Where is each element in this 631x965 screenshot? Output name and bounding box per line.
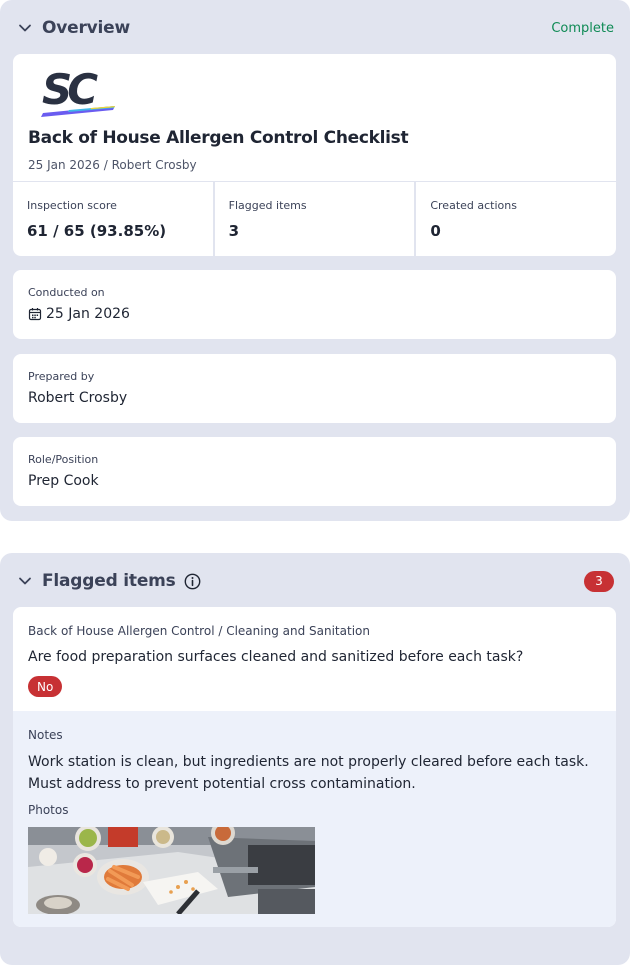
notes-area: Notes Work station is clean, but ingredi… xyxy=(13,711,616,927)
stat-created-actions: Created actions 0 xyxy=(416,182,616,256)
overview-title: Overview xyxy=(42,18,130,38)
response-badge: No xyxy=(28,676,63,697)
item-breadcrumb: Back of House Allergen Control / Cleanin… xyxy=(28,624,370,638)
conducted-date: 25 Jan 2026 xyxy=(46,306,130,322)
chevron-down-icon[interactable] xyxy=(16,19,34,37)
prepared-by-card: Prepared by Robert Crosby xyxy=(13,354,616,423)
stat-inspection-score: Inspection score 61 / 65 (93.85%) xyxy=(13,182,215,256)
stat-value: 0 xyxy=(430,222,441,240)
stat-flagged-items: Flagged items 3 xyxy=(215,182,417,256)
overview-header[interactable]: Overview Complete xyxy=(16,14,614,42)
stat-label: Flagged items xyxy=(228,199,307,212)
field-value: Prep Cook xyxy=(28,473,99,489)
svg-text:SC: SC xyxy=(42,66,98,114)
notes-text: Work station is clean, but ingredients a… xyxy=(28,754,589,792)
role-position-card: Role/Position Prep Cook xyxy=(13,437,616,506)
status-badge: Complete xyxy=(551,20,614,36)
stats-row: Inspection score 61 / 65 (93.85%) Flagge… xyxy=(13,181,616,256)
item-question: Are food preparation surfaces cleaned an… xyxy=(28,649,524,665)
stat-label: Created actions xyxy=(430,199,517,212)
chevron-down-icon[interactable] xyxy=(16,572,34,590)
report-title: Back of House Allergen Control Checklist xyxy=(28,128,409,148)
overview-section: Overview Complete SC Back of House Aller… xyxy=(0,0,630,521)
conducted-on-card: Conducted on 25 Jan 2026 xyxy=(13,270,616,339)
photos-label: Photos xyxy=(28,803,69,817)
flagged-items-title: Flagged items xyxy=(42,571,176,591)
report-summary-card: SC Back of House Allergen Control Checkl… xyxy=(13,54,616,256)
flagged-items-header[interactable]: Flagged items 3 xyxy=(16,567,614,595)
company-logo: SC xyxy=(41,65,117,120)
stat-value: 3 xyxy=(228,222,240,240)
stat-label: Inspection score xyxy=(27,199,117,212)
stat-value: 61 / 65 (93.85%) xyxy=(27,222,167,240)
field-value: Robert Crosby xyxy=(28,390,128,406)
flagged-count-badge: 3 xyxy=(584,570,614,592)
flagged-items-section: Flagged items 3 Back of House Allergen C… xyxy=(0,553,630,965)
field-label: Role/Position xyxy=(28,453,99,466)
report-subtitle: 25 Jan 2026 / Robert Crosby xyxy=(28,158,197,172)
flagged-item-card[interactable]: Back of House Allergen Control / Cleanin… xyxy=(13,607,616,927)
info-icon[interactable] xyxy=(184,573,201,590)
notes-label: Notes xyxy=(28,728,63,742)
photo-thumbnail[interactable] xyxy=(28,827,315,914)
field-label: Prepared by xyxy=(28,370,95,383)
calendar-icon xyxy=(28,307,42,321)
field-value: 25 Jan 2026 xyxy=(28,306,130,322)
field-label: Conducted on xyxy=(28,286,105,299)
